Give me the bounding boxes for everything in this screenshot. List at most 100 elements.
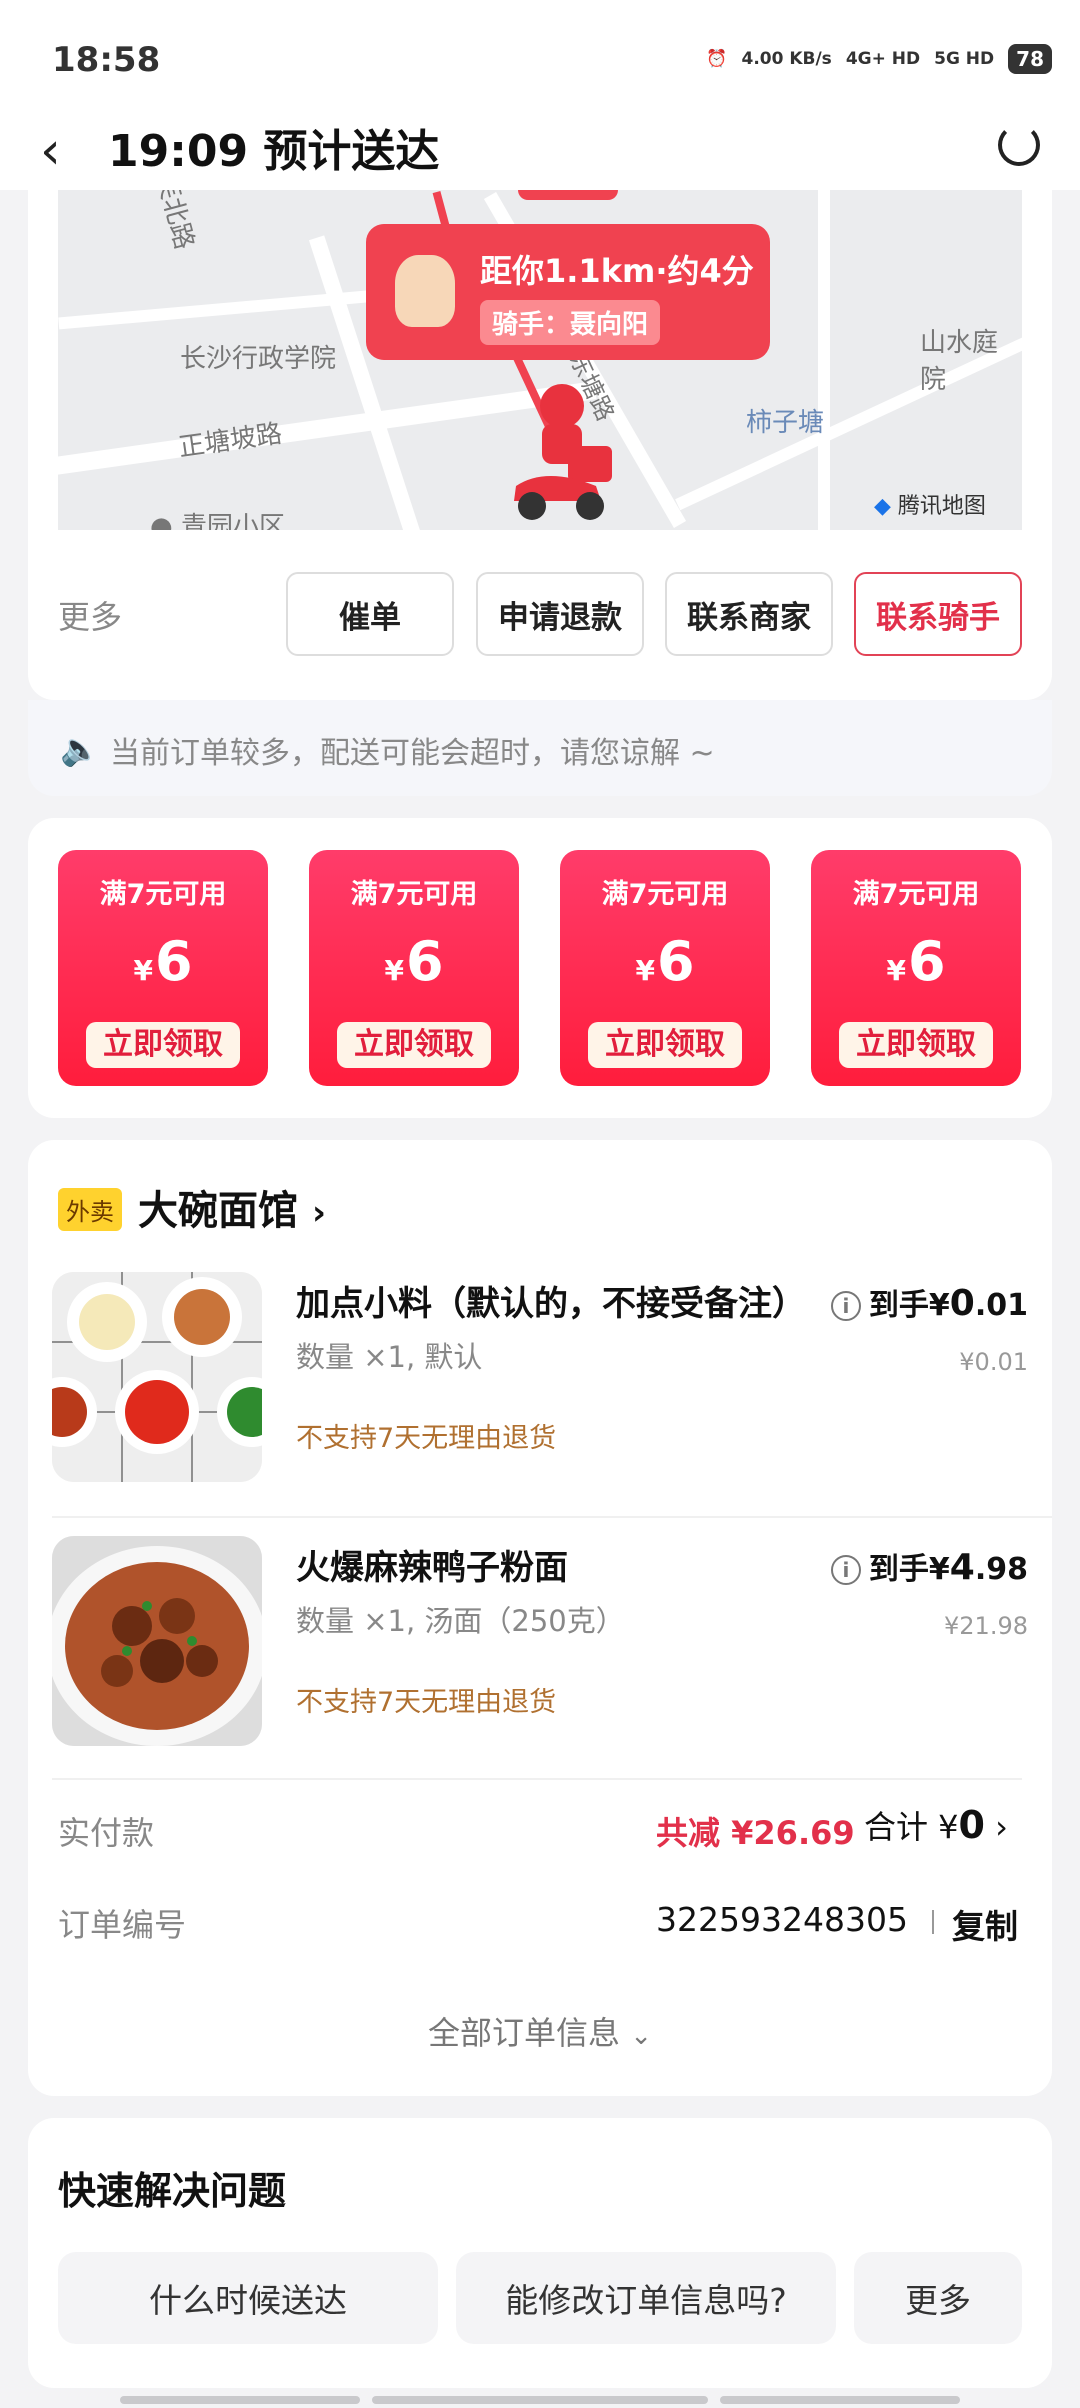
divider — [52, 1778, 1022, 1780]
page-title: 19:09 预计送达 — [108, 126, 440, 177]
coupon-currency: ¥ — [133, 954, 153, 987]
info-icon[interactable]: i — [830, 1291, 861, 1321]
order-number: 322593248305 — [656, 1900, 908, 1939]
contact-rider-button[interactable]: 联系骑手 — [854, 572, 1022, 656]
map-provider-text: 腾讯地图 — [897, 494, 986, 519]
more-help-button[interactable]: 更多 — [854, 2252, 1022, 2344]
speaker-icon: 🔈 — [60, 730, 100, 768]
signal-1: 4G+ HD — [845, 49, 921, 69]
coupon-currency: ¥ — [635, 954, 655, 987]
total-amount[interactable]: 合计 ¥0 › — [864, 1802, 1008, 1848]
all-order-info-toggle[interactable]: 全部订单信息 ⌄ — [0, 2008, 1080, 2054]
price-int: 0 — [949, 1283, 975, 1324]
rider-scooter-icon — [506, 376, 616, 526]
coupon-currency: ¥ — [384, 954, 404, 987]
coupon-condition: 满7元可用 — [601, 879, 729, 910]
refund-button[interactable]: 申请退款 — [476, 572, 644, 656]
coupon-card[interactable]: 满7元可用 ¥6 立即领取 — [811, 850, 1021, 1086]
info-icon[interactable]: i — [830, 1555, 861, 1585]
coupon-value: 6 — [656, 930, 695, 993]
price-prefix: 到手¥ — [868, 1288, 950, 1323]
map-label-courtyard: 山水庭院 — [920, 328, 999, 395]
all-info-text: 全部订单信息 — [428, 2014, 621, 2052]
order-number-label: 订单编号 — [58, 1906, 187, 1944]
coupon-currency: ¥ — [886, 954, 906, 987]
item-price[interactable]: i 到手¥0.01 — [830, 1280, 1028, 1324]
claim-coupon-button[interactable]: 立即领取 — [86, 1022, 240, 1068]
tencent-map-icon: ◆ — [874, 494, 891, 519]
map-provider: ◆ 腾讯地图 — [874, 488, 986, 520]
price-int: 4 — [949, 1547, 975, 1588]
price-dec: .01 — [974, 1288, 1028, 1323]
chevron-right-icon: › — [995, 1808, 1008, 1846]
coupon-condition: 满7元可用 — [350, 879, 478, 910]
map-label-community: ● 青园小区 — [150, 506, 285, 530]
coupon-amount: ¥6 — [309, 930, 519, 993]
item-return-note: 不支持7天无理由退货 — [296, 1423, 557, 1454]
coupon-card[interactable]: 满7元可用 ¥6 立即领取 — [58, 850, 268, 1086]
scroll-indicator — [120, 2396, 360, 2404]
item-spec: 数量 ×1, 默认 — [296, 1340, 483, 1374]
map-label-community-text: 青园小区 — [180, 512, 285, 530]
coupon-card[interactable]: 满7元可用 ¥6 立即领取 — [560, 850, 770, 1086]
contact-merchant-button[interactable]: 联系商家 — [665, 572, 833, 656]
rider-info-bubble[interactable]: 距你1.1km·约4分钟 骑手：聂向阳 — [366, 224, 770, 360]
delivery-tag: 外卖 — [58, 1188, 122, 1231]
rider-avatar — [392, 252, 458, 330]
coupon-card[interactable]: 满7元可用 ¥6 立即领取 — [309, 850, 519, 1086]
chevron-down-icon: ⌄ — [630, 2021, 652, 2051]
chevron-right-icon: › — [311, 1193, 326, 1233]
item-name: 火爆麻辣鸭子粉面 — [296, 1548, 568, 1588]
coupon-amount: ¥6 — [560, 930, 770, 993]
coupon-amount: ¥6 — [58, 930, 268, 993]
status-icons: ⏰ 4.00 KB/s 4G+ HD 5G HD 78 — [706, 44, 1052, 74]
copy-button[interactable]: 复制 — [952, 1900, 1018, 1948]
map-label-village: 柿子塘 — [746, 408, 825, 438]
coupon-condition: 满7元可用 — [99, 879, 227, 910]
scroll-indicator — [372, 2396, 708, 2404]
item-thumbnail[interactable] — [52, 1272, 262, 1482]
location-pin-icon: ● — [150, 512, 173, 530]
refresh-icon[interactable] — [998, 124, 1040, 166]
status-time: 18:58 — [52, 40, 161, 80]
back-arrow-icon[interactable]: ‹ — [40, 122, 61, 180]
divider — [52, 1516, 1052, 1518]
item-price[interactable]: i 到手¥4.98 — [830, 1544, 1028, 1588]
shop-name-link[interactable]: 大碗面馆 › — [138, 1178, 326, 1236]
modify-order-button[interactable]: 能修改订单信息吗? — [456, 2252, 836, 2344]
coupon-condition: 满7元可用 — [852, 879, 980, 910]
item-thumbnail[interactable] — [52, 1536, 262, 1746]
map-label-academy: 长沙行政学院 — [180, 344, 337, 374]
claim-coupon-button[interactable]: 立即领取 — [839, 1022, 993, 1068]
coupon-value: 6 — [405, 930, 444, 993]
coupon-value: 6 — [907, 930, 946, 993]
when-delivered-button[interactable]: 什么时候送达 — [58, 2252, 438, 2344]
coupon-value: 6 — [154, 930, 193, 993]
net-speed: 4.00 KB/s — [741, 49, 832, 69]
quick-help-title: 快速解决问题 — [58, 2169, 287, 2213]
map-label-road2: 正塘坡路 — [176, 418, 284, 464]
price-prefix: 到手¥ — [868, 1552, 950, 1587]
price-dec: .98 — [974, 1552, 1028, 1587]
notice-text: 当前订单较多，配送可能会超时，请您谅解 ~ — [110, 736, 715, 771]
alarm-icon: ⏰ — [706, 49, 728, 69]
total-prefix: 合计 ¥ — [864, 1808, 959, 1846]
scroll-indicator — [720, 2396, 960, 2404]
battery-indicator: 78 — [1008, 44, 1052, 74]
item-original-price: ¥0.01 — [959, 1348, 1028, 1376]
rider-name: 骑手：聂向阳 — [480, 300, 661, 345]
savings-amount: 共减 ¥26.69 — [656, 1814, 855, 1852]
item-spec: 数量 ×1, 汤面（250克） — [296, 1604, 625, 1638]
claim-coupon-button[interactable]: 立即领取 — [337, 1022, 491, 1068]
urge-order-button[interactable]: 催单 — [286, 572, 454, 656]
claim-coupon-button[interactable]: 立即领取 — [588, 1022, 742, 1068]
page-header: ‹ 19:09 预计送达 — [0, 112, 1080, 190]
item-return-note: 不支持7天无理由退货 — [296, 1687, 557, 1718]
separator — [932, 1910, 934, 1934]
delay-notice: 🔈 当前订单较多，配送可能会超时，请您谅解 ~ — [28, 700, 1052, 796]
item-original-price: ¥21.98 — [944, 1612, 1028, 1640]
status-bar: 18:58 ⏰ 4.00 KB/s 4G+ HD 5G HD 78 — [0, 0, 1080, 112]
total-value: 0 — [958, 1803, 985, 1847]
item-name: 加点小料（默认的，不接受备注） — [296, 1284, 806, 1324]
map-label-road1: 芙北路 — [150, 190, 200, 253]
